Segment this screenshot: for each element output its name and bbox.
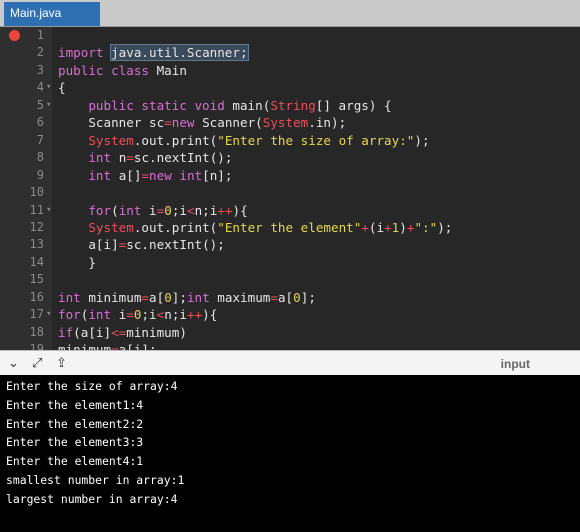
console-line: Enter the element4:1 [6,454,144,469]
code-line[interactable]: 16 int minimum=a[0];int maximum=a[0]; [0,289,580,306]
code-line[interactable]: 1 [0,27,580,44]
chevron-down-icon[interactable]: ⌄ [8,356,19,371]
code-text: int minimum=a[0];int maximum=a[0]; [58,289,316,305]
line-number: 4 [36,80,44,95]
code-text: int n=sc.nextInt(); [88,150,233,166]
code-text: } [58,254,96,270]
console-output[interactable]: Enter the size of array:4 Enter the eleme… [0,375,580,532]
code-line[interactable]: 14 } [0,254,580,271]
fold-toggle-icon[interactable]: ▾ [46,306,51,323]
line-number: 14 [29,254,44,269]
line-number: 7 [36,132,44,147]
code-text: public class Main [58,62,187,78]
line-number: 11 [29,202,44,217]
code-line[interactable]: 6 Scanner sc=new Scanner(System.in); [0,114,580,131]
code-text: for(int i=0;i<n;i++){ [58,307,218,323]
line-number: 17 [29,307,44,322]
line-number: 13 [29,237,44,252]
code-line[interactable]: 15 [0,271,580,288]
code-editor[interactable]: 1 2 import java.util.Scanner; 3 public class… [0,27,580,350]
code-text: for(int i=0;i<n;i++){ [88,202,248,218]
code-text: { [58,80,66,96]
code-line[interactable]: 17 ▾ for(int i=0;i<n;i++){ [0,306,580,323]
code-text: int a[]=new int[n]; [88,167,233,183]
code-line[interactable]: 18 if(a[i]<=minimum) [0,324,580,341]
code-line[interactable]: 7 System.out.print("Enter the size of ar… [0,132,580,149]
console-line: Enter the element2:2 [6,416,144,431]
line-number: 3 [36,62,44,77]
code-line[interactable]: 3 public class Main [0,62,580,79]
code-text: System.out.print("Enter the element"+(i+… [88,219,453,235]
line-number: 8 [36,150,44,165]
line-number: 18 [29,324,44,339]
ide-window: Main.java 1 2 import java.util.Scanner; 3 pu… [0,0,580,532]
line-number: 6 [36,115,44,130]
code-text: a[i]=sc.nextInt(); [58,237,225,253]
code-line[interactable]: 5 ▾ public static void main(String[] args… [0,97,580,114]
console-line: Enter the element3:3 [6,435,144,450]
fold-toggle-icon[interactable]: ▾ [46,202,51,219]
code-line[interactable]: 9 int a[]=new int[n]; [0,167,580,184]
tab-bar: Main.java [0,0,580,27]
console-line: smallest number in array:1 [6,473,185,487]
expand-icon[interactable]: ⤢ [32,356,42,371]
code-text: Scanner sc=new Scanner(System.in); [58,115,347,131]
code-line[interactable]: 13 a[i]=sc.nextInt(); [0,236,580,253]
code-text: if(a[i]<=minimum) [58,324,187,340]
line-number: 5 [36,97,44,112]
console-line: Enter the element1:4 [6,397,144,412]
code-line[interactable]: 4 ▾ { [0,79,580,96]
code-text: import java.util.Scanner; [58,44,249,62]
line-number: 9 [36,167,44,182]
fold-toggle-icon[interactable]: ▾ [46,97,51,114]
code-line[interactable]: 8 int n=sc.nextInt(); [0,149,580,166]
code-line[interactable]: 2 import java.util.Scanner; [0,44,580,62]
io-toolbar: ⌄ ⤢ ⇪ input [0,350,580,376]
code-text: public static void main(String[] args) { [58,97,392,113]
fold-toggle-icon[interactable]: ▾ [46,79,51,96]
code-line[interactable]: 12 System.out.print("Enter the element"+… [0,219,580,236]
line-number: 10 [29,185,44,200]
code-text: System.out.print("Enter the size of arra… [88,132,430,148]
line-number: 15 [29,272,44,287]
code-text: minimum=a[i]; [58,342,157,350]
code-line[interactable]: 10 [0,184,580,201]
line-number: 19 [29,342,44,350]
console-line: Enter the size of array:4 [6,379,178,393]
input-label: input [500,357,530,371]
line-number: 12 [29,219,44,234]
share-icon[interactable]: ⇪ [56,356,67,371]
console-line: largest number in array:4 [6,491,178,506]
code-line[interactable]: 11 ▾ for(int i=0;i<n;i++){ [0,202,580,219]
tab-main-java[interactable]: Main.java [4,2,100,26]
code-line[interactable]: 19 minimum=a[i]; [0,341,580,350]
line-number: 2 [36,45,44,60]
line-number: 1 [36,28,44,42]
line-number: 16 [29,289,44,304]
